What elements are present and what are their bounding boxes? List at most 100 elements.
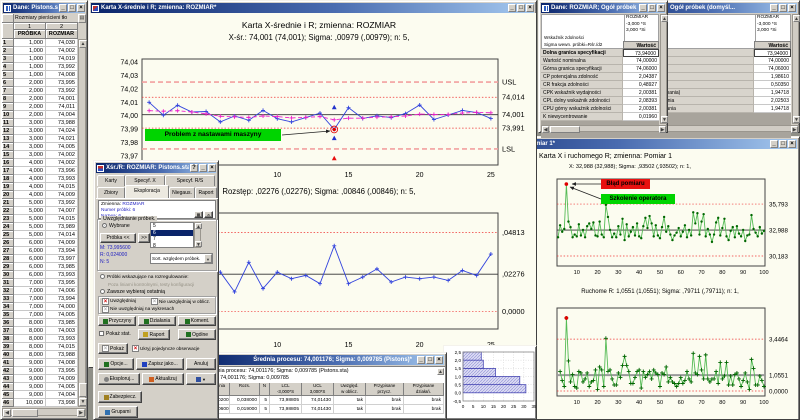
cell-probka[interactable]: 7,000 <box>14 311 46 319</box>
cell-probka[interactable]: 4,000 <box>14 183 46 191</box>
cell-probka[interactable]: 8,000 <box>14 351 46 359</box>
row-header[interactable]: 34 <box>2 303 14 311</box>
cell-probka[interactable]: 1,000 <box>14 47 46 55</box>
row-header[interactable]: 24 <box>2 223 14 231</box>
cell-probka[interactable]: 5,000 <box>14 231 46 239</box>
minimize-icon[interactable]: _ <box>59 4 67 12</box>
data-titlebar[interactable]: Dane: Pistons.sta ... _ □ × <box>3 3 85 13</box>
process-cell[interactable]: 74,01430 <box>302 396 334 405</box>
tab-specyf-rs[interactable]: Specyf. R/S <box>165 175 215 186</box>
row-header[interactable]: 1 <box>2 39 14 47</box>
maximize-icon[interactable]: □ <box>426 356 434 364</box>
minimize-icon[interactable]: _ <box>770 140 778 148</box>
ukryj-obserwacje-toggle[interactable]: ×Ukryj pojedyncze obserwacje <box>132 345 200 352</box>
process-cell[interactable]: 73,98805 <box>270 396 302 405</box>
row-header[interactable]: 2 <box>2 47 14 55</box>
row-header[interactable]: 37 <box>2 327 14 335</box>
probka-forward-button[interactable]: >> <box>138 233 150 243</box>
dzialania-button[interactable]: Działania <box>138 316 176 326</box>
dialog-titlebar[interactable]: Xśr./R: ROZMIAR: Pistons.sta ? _ × <box>96 163 216 173</box>
aktualizuj-button[interactable]: Aktualizuj <box>142 373 184 385</box>
row-header[interactable]: 40 <box>2 351 14 359</box>
cell-probka[interactable]: 9,000 <box>14 391 46 399</box>
cell-rozmiar[interactable]: 73,995 <box>46 279 78 287</box>
cell-probka[interactable]: 7,000 <box>14 287 46 295</box>
row-header[interactable]: 35 <box>2 311 14 319</box>
spec-row-value[interactable]: 74,00000 <box>623 57 659 65</box>
cell-probka[interactable]: 2,000 <box>14 95 46 103</box>
grupami-button[interactable]: Grupami <box>98 406 138 418</box>
spec-row-value[interactable]: 73,94000 <box>623 49 659 57</box>
row-header[interactable]: 26 <box>2 239 14 247</box>
vertical-scrollbar[interactable]: ▲ ▼ <box>660 14 667 124</box>
cell-probka[interactable]: 2,000 <box>14 79 46 87</box>
process-column-header[interactable]: Przypisanedziałań. <box>404 383 444 396</box>
row-header[interactable]: 3 <box>2 55 14 63</box>
cell-rozmiar[interactable]: 74,003 <box>46 327 78 335</box>
annotation-szkolenie-operatora[interactable]: Szkolenie operatora <box>601 194 675 204</box>
list-item[interactable]: 8 <box>151 243 193 249</box>
row-header[interactable]: 44 <box>2 383 14 391</box>
process-titlebar[interactable]: Średnia procesu: 74,001176; Sigma: 0,009… <box>203 355 444 365</box>
cell-probka[interactable]: 3,000 <box>14 119 46 127</box>
cell-probka[interactable]: 3,000 <box>14 151 46 159</box>
minimize-icon[interactable]: _ <box>508 4 516 12</box>
chevron-down-icon[interactable]: ▼ <box>204 254 212 263</box>
cell-probka[interactable]: 5,000 <box>14 207 46 215</box>
sort-dropdown[interactable]: Sort. względem próbek. ▼ <box>150 253 213 264</box>
row-header[interactable]: 42 <box>2 367 14 375</box>
process-column-header[interactable]: UCL3,000*S <box>302 383 334 396</box>
cell-probka[interactable]: 6,000 <box>14 271 46 279</box>
process-cell[interactable]: 0,019000 <box>230 405 260 414</box>
cell-rozmiar[interactable]: 74,004 <box>46 111 78 119</box>
spec-row-label[interactable]: CPK wskaźnik wydajności <box>541 89 623 97</box>
cell-rozmiar[interactable]: 74,030 <box>46 39 78 47</box>
tab-niegaus[interactable]: Niegaus. <box>169 187 195 198</box>
toggle-nie-uwzgledniaj-oblicz[interactable]: ×Nie uwzględniaj w oblicz. <box>151 298 210 305</box>
row-header[interactable]: 39 <box>2 343 14 351</box>
row-header[interactable]: 31 <box>2 279 14 287</box>
row-header[interactable]: 29 <box>2 263 14 271</box>
horizontal-scrollbar[interactable]: ◀ ▶ <box>2 408 86 416</box>
spec-row-label[interactable]: Wartość nominalna <box>541 57 623 65</box>
cell-rozmiar[interactable]: 74,009 <box>46 375 78 383</box>
row-header[interactable]: 8 <box>2 95 14 103</box>
process-cell[interactable]: 73,98805 <box>270 405 302 414</box>
cell-rozmiar[interactable]: 73,995 <box>46 367 78 375</box>
cell-rozmiar[interactable]: 74,021 <box>46 135 78 143</box>
cell-rozmiar[interactable]: 73,985 <box>46 263 78 271</box>
cell-rozmiar[interactable]: 74,007 <box>46 207 78 215</box>
cell-probka[interactable]: 8,000 <box>14 327 46 335</box>
spec-row-label[interactable]: CR frakcja zdolności <box>541 81 623 89</box>
tab-karty[interactable]: Karty <box>97 175 125 186</box>
process-cell[interactable]: 74,01430 <box>302 405 334 414</box>
process-cell[interactable]: brak <box>404 396 444 405</box>
row-header[interactable]: 5 <box>2 71 14 79</box>
minimize-icon[interactable]: _ <box>199 164 207 172</box>
column-header-probka[interactable]: PRÓBKA <box>14 30 46 39</box>
cell-rozmiar[interactable]: 74,009 <box>46 239 78 247</box>
row-header[interactable]: 21 <box>2 199 14 207</box>
info-mini-button-2[interactable]: a <box>204 211 213 218</box>
spec-row-value[interactable]: 1,98610 <box>754 73 791 81</box>
cell-probka[interactable]: 2,000 <box>14 87 46 95</box>
cell-rozmiar[interactable]: 74,008 <box>46 71 78 79</box>
radio-ostatnia[interactable]: Zawsze wybieraj ostatnią <box>100 289 165 295</box>
radio-rozregulowanie[interactable]: Próbki wskazujące na rozregulowanie: <box>100 274 189 281</box>
cell-probka[interactable]: 5,000 <box>14 223 46 231</box>
cell-rozmiar[interactable]: 73,993 <box>46 335 78 343</box>
row-header[interactable]: 46 <box>2 399 14 407</box>
column-header-rozmiar[interactable]: ROZMIAR <box>46 30 78 39</box>
cell-rozmiar[interactable]: 73,992 <box>46 63 78 71</box>
vertical-scrollbar[interactable]: ▲ ▼ <box>792 14 799 124</box>
close-icon[interactable]: × <box>788 140 796 148</box>
cell-probka[interactable]: 6,000 <box>14 239 46 247</box>
row-header[interactable]: 16 <box>2 159 14 167</box>
spec-row-value[interactable]: 2,04387 <box>623 73 659 81</box>
spec-row-value[interactable]: 0,50350 <box>754 81 791 89</box>
cell-rozmiar[interactable]: 74,002 <box>46 47 78 55</box>
spec-row-value[interactable]: 2,02503 <box>754 97 791 105</box>
process-cell[interactable]: brak <box>366 405 404 414</box>
toggle-nie-uwzgledniaj-wykres[interactable]: ×Nie uwzględniaj na wykresach <box>102 306 174 313</box>
cell-probka[interactable]: 2,000 <box>14 111 46 119</box>
